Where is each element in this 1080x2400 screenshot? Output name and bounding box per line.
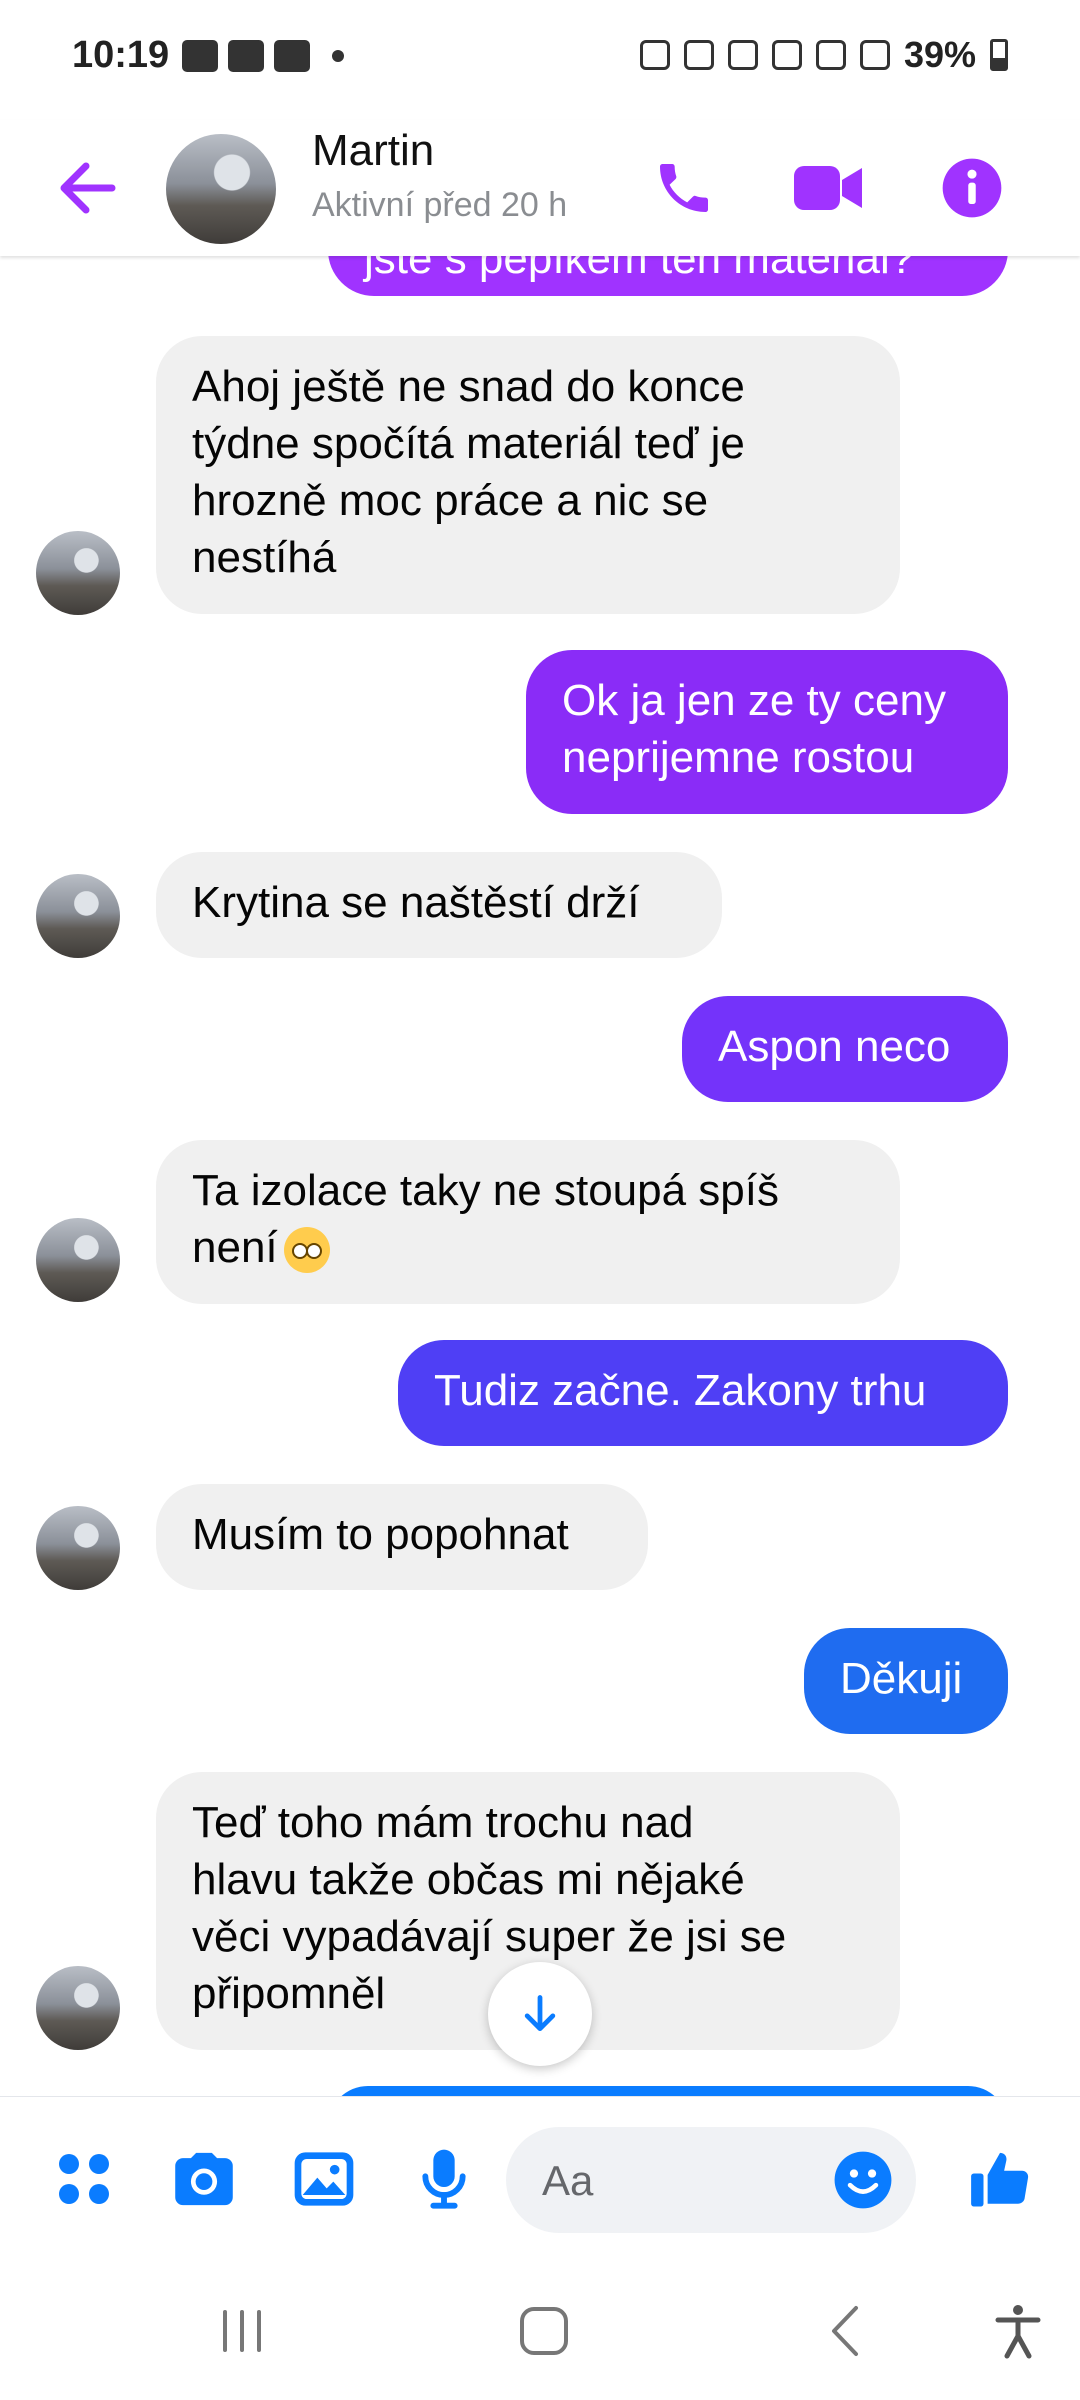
alarm-icon xyxy=(727,40,758,70)
nfc-icon xyxy=(683,40,714,70)
info-icon xyxy=(942,158,1002,218)
message-outgoing[interactable]: Děkuji xyxy=(804,1628,1008,1734)
contact-active-status: Aktivní před 20 h xyxy=(312,186,568,224)
sender-avatar[interactable] xyxy=(36,1218,120,1302)
more-actions-button[interactable] xyxy=(46,2141,122,2217)
battery-percent: 39% xyxy=(903,34,976,75)
gallery-notification-icon xyxy=(182,40,218,72)
signal-icon xyxy=(859,40,890,70)
youtube-notification-icon xyxy=(274,40,310,72)
apps-icon xyxy=(59,2154,109,2204)
video-call-button[interactable] xyxy=(788,148,868,228)
message-input-container[interactable] xyxy=(506,2127,916,2235)
home-icon xyxy=(520,2307,568,2355)
phone-icon xyxy=(660,164,708,212)
vpn-key-icon xyxy=(639,40,670,70)
back-icon xyxy=(832,2306,858,2356)
emoji-icon xyxy=(834,2151,892,2209)
notification-icons xyxy=(182,40,344,72)
sender-avatar[interactable] xyxy=(36,1966,120,2050)
home-button[interactable] xyxy=(504,2296,584,2366)
message-outgoing[interactable]: Ok ja jen ze ty ceny neprijemne rostou xyxy=(526,650,1008,814)
message-incoming[interactable]: Musím to popohnat xyxy=(156,1484,648,1590)
message-outgoing[interactable]: Aspon neco xyxy=(682,996,1008,1102)
message-incoming[interactable]: Ahoj ještě ne snad do konce týdne spočít… xyxy=(156,336,900,614)
gallery-button[interactable] xyxy=(286,2141,362,2217)
conversation-header: Martin Aktivní před 20 h xyxy=(0,120,1080,256)
contact-name[interactable]: Martin xyxy=(312,126,434,176)
sender-avatar[interactable] xyxy=(36,874,120,958)
recent-apps-icon xyxy=(223,2310,261,2352)
back-arrow-icon xyxy=(60,162,116,214)
sender-avatar[interactable] xyxy=(36,531,120,615)
wifi-icon xyxy=(815,40,846,70)
back-nav-button[interactable] xyxy=(806,2296,886,2366)
status-time: 10:19 xyxy=(72,34,170,76)
status-bar: 10:19 39% xyxy=(0,0,1080,120)
thumbs-up-icon xyxy=(971,2152,1029,2207)
system-icons: 39% xyxy=(639,34,1008,76)
accessibility-icon xyxy=(995,2305,1041,2359)
message-list[interactable]: jste s pepíkem ten materiál? Ahoj ještě … xyxy=(0,256,1080,2096)
app-notification-icon xyxy=(228,40,264,72)
battery-icon xyxy=(990,39,1008,71)
message-incoming[interactable]: Krytina se naštěstí drží xyxy=(156,852,722,958)
system-navigation-bar xyxy=(0,2266,1080,2400)
arrow-down-icon xyxy=(524,1995,556,2032)
message-outgoing[interactable]: Tudiz začne. Zakony trhu xyxy=(398,1340,1008,1446)
like-button[interactable] xyxy=(962,2141,1038,2217)
back-button[interactable] xyxy=(52,150,122,226)
camera-icon xyxy=(175,2152,233,2206)
emoji-button[interactable] xyxy=(832,2149,894,2211)
image-icon xyxy=(294,2152,354,2206)
bluetooth-icon xyxy=(771,40,802,70)
message-outgoing-partial[interactable] xyxy=(328,2086,1008,2096)
voice-message-button[interactable] xyxy=(406,2141,482,2217)
sender-avatar[interactable] xyxy=(36,1506,120,1590)
contact-avatar[interactable] xyxy=(166,134,276,244)
message-input[interactable] xyxy=(540,2127,824,2235)
voice-call-button[interactable] xyxy=(644,148,724,228)
camera-button[interactable] xyxy=(166,2141,242,2217)
rolling-eyes-emoji-icon xyxy=(283,1227,330,1274)
message-text: Ta izolace taky ne stoupá spíš není xyxy=(192,1166,779,1272)
accessibility-button[interactable] xyxy=(978,2296,1058,2366)
message-composer xyxy=(0,2096,1080,2267)
conversation-info-button[interactable] xyxy=(932,148,1012,228)
scroll-to-bottom-button[interactable] xyxy=(488,1962,592,2066)
more-notifications-icon xyxy=(332,50,344,62)
video-camera-icon xyxy=(794,166,862,210)
microphone-icon xyxy=(422,2149,466,2209)
recent-apps-button[interactable] xyxy=(202,2296,282,2366)
message-incoming[interactable]: Ta izolace taky ne stoupá spíš není xyxy=(156,1140,900,1304)
message-outgoing[interactable]: jste s pepíkem ten materiál? xyxy=(328,256,1008,296)
